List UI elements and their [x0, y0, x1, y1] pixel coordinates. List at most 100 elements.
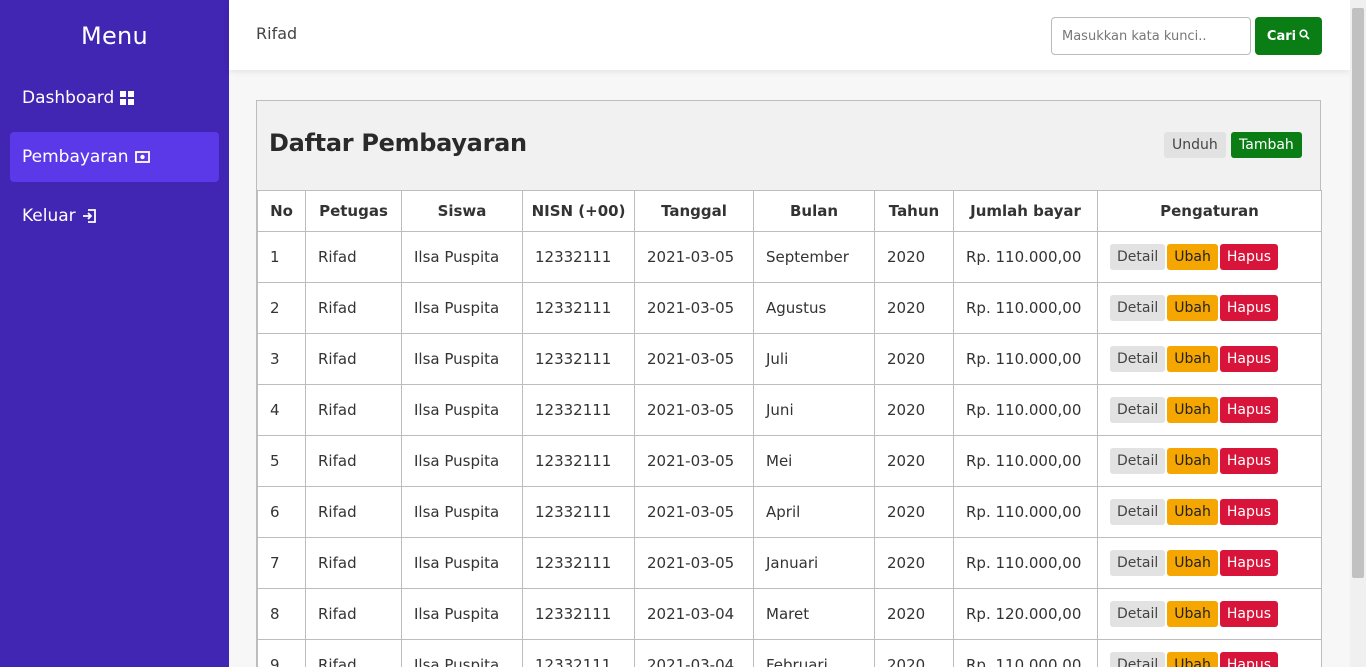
sidebar: Menu Dashboard Pembayaran Keluar: [0, 0, 229, 667]
table-row: 1 Rifad Ilsa Puspita 12332111 2021-03-05 Sept…: [257, 231, 1322, 283]
search-button[interactable]: Cari: [1255, 17, 1322, 55]
user-name: Rifad: [256, 24, 298, 43]
cell-jumlah: Rp. 110.000,00: [953, 486, 1098, 538]
edit-button[interactable]: Ubah: [1167, 397, 1218, 423]
detail-button[interactable]: Detail: [1110, 601, 1166, 627]
cell-tahun: 2020: [874, 639, 954, 667]
sidebar-item-keluar[interactable]: Keluar: [10, 191, 219, 241]
cell-tanggal: 2021-03-05: [634, 384, 754, 436]
header-tahun: Tahun: [874, 190, 954, 232]
delete-button[interactable]: Hapus: [1219, 346, 1279, 372]
edit-button[interactable]: Ubah: [1167, 346, 1218, 372]
edit-button[interactable]: Ubah: [1167, 295, 1218, 321]
detail-button[interactable]: Detail: [1110, 397, 1166, 423]
edit-button[interactable]: Ubah: [1167, 448, 1218, 474]
edit-button[interactable]: Ubah: [1167, 652, 1218, 667]
table-row: 8 Rifad Ilsa Puspita 12332111 2021-03-04 Mare…: [257, 588, 1322, 640]
cell-bulan: Maret: [753, 588, 875, 640]
cell-petugas: Rifad: [305, 333, 402, 385]
cell-siswa: Ilsa Puspita: [401, 282, 523, 334]
cell-bulan: Januari: [753, 537, 875, 589]
cell-no: 9: [257, 639, 306, 667]
search-input[interactable]: [1051, 17, 1251, 55]
download-button[interactable]: Unduh: [1164, 132, 1226, 158]
cell-actions: Detail Ubah Hapus: [1097, 537, 1322, 589]
sidebar-item-dashboard[interactable]: Dashboard: [10, 73, 219, 123]
cell-jumlah: Rp. 110.000,00: [953, 537, 1098, 589]
cell-no: 1: [257, 231, 306, 283]
detail-button[interactable]: Detail: [1110, 550, 1166, 576]
table-row: 7 Rifad Ilsa Puspita 12332111 2021-03-05 Janu…: [257, 537, 1322, 589]
cell-tahun: 2020: [874, 333, 954, 385]
grid-icon: [120, 91, 135, 105]
cell-actions: Detail Ubah Hapus: [1097, 588, 1322, 640]
cell-jumlah: Rp. 110.000,00: [953, 282, 1098, 334]
cell-siswa: Ilsa Puspita: [401, 384, 523, 436]
cell-petugas: Rifad: [305, 639, 402, 667]
delete-button[interactable]: Hapus: [1219, 448, 1279, 474]
cell-actions: Detail Ubah Hapus: [1097, 384, 1322, 436]
header-tanggal: Tanggal: [634, 190, 754, 232]
header-siswa: Siswa: [401, 190, 523, 232]
detail-button[interactable]: Detail: [1110, 346, 1166, 372]
scrollbar-thumb[interactable]: [1352, 8, 1364, 578]
delete-button[interactable]: Hapus: [1219, 397, 1279, 423]
cell-tahun: 2020: [874, 282, 954, 334]
cell-tahun: 2020: [874, 588, 954, 640]
topbar: Rifad Cari: [229, 0, 1350, 70]
cell-actions: Detail Ubah Hapus: [1097, 639, 1322, 667]
detail-button[interactable]: Detail: [1110, 244, 1166, 270]
cell-tanggal: 2021-03-05: [634, 231, 754, 283]
scrollbar[interactable]: [1350, 0, 1366, 667]
cell-tahun: 2020: [874, 384, 954, 436]
header-petugas: Petugas: [305, 190, 402, 232]
cell-bulan: September: [753, 231, 875, 283]
cell-jumlah: Rp. 110.000,00: [953, 435, 1098, 487]
cell-siswa: Ilsa Puspita: [401, 537, 523, 589]
detail-button[interactable]: Detail: [1110, 652, 1166, 667]
table-row: 9 Rifad Ilsa Puspita 12332111 2021-03-04 Febr…: [257, 639, 1322, 667]
delete-button[interactable]: Hapus: [1219, 652, 1279, 667]
edit-button[interactable]: Ubah: [1167, 550, 1218, 576]
cell-nisn: 12332111: [522, 588, 635, 640]
cell-no: 6: [257, 486, 306, 538]
logout-icon: [82, 209, 96, 223]
sidebar-item-label: Keluar: [22, 206, 76, 226]
delete-button[interactable]: Hapus: [1219, 550, 1279, 576]
delete-button[interactable]: Hapus: [1219, 499, 1279, 525]
delete-button[interactable]: Hapus: [1219, 244, 1279, 270]
cell-bulan: Februari: [753, 639, 875, 667]
cell-jumlah: Rp. 110.000,00: [953, 231, 1098, 283]
detail-button[interactable]: Detail: [1110, 448, 1166, 474]
cell-nisn: 12332111: [522, 231, 635, 283]
detail-button[interactable]: Detail: [1110, 295, 1166, 321]
cell-jumlah: Rp. 110.000,00: [953, 384, 1098, 436]
cell-siswa: Ilsa Puspita: [401, 435, 523, 487]
cell-jumlah: Rp. 110.000,00: [953, 333, 1098, 385]
sidebar-item-pembayaran[interactable]: Pembayaran: [10, 132, 219, 182]
add-button[interactable]: Tambah: [1231, 132, 1302, 158]
edit-button[interactable]: Ubah: [1167, 244, 1218, 270]
cell-no: 7: [257, 537, 306, 589]
delete-button[interactable]: Hapus: [1219, 295, 1279, 321]
header-bulan: Bulan: [753, 190, 875, 232]
edit-button[interactable]: Ubah: [1167, 499, 1218, 525]
cell-petugas: Rifad: [305, 588, 402, 640]
cell-nisn: 12332111: [522, 333, 635, 385]
cell-petugas: Rifad: [305, 282, 402, 334]
detail-button[interactable]: Detail: [1110, 499, 1166, 525]
edit-button[interactable]: Ubah: [1167, 601, 1218, 627]
cell-tahun: 2020: [874, 231, 954, 283]
search-icon: [1299, 28, 1310, 44]
panel-header: Daftar Pembayaran Unduh Tambah: [257, 101, 1320, 190]
cell-nisn: 12332111: [522, 537, 635, 589]
cell-jumlah: Rp. 120.000,00: [953, 588, 1098, 640]
header-jumlah: Jumlah bayar: [953, 190, 1098, 232]
cell-bulan: Juni: [753, 384, 875, 436]
cell-siswa: Ilsa Puspita: [401, 486, 523, 538]
cell-nisn: 12332111: [522, 486, 635, 538]
delete-button[interactable]: Hapus: [1219, 601, 1279, 627]
cell-jumlah: Rp. 110.000,00: [953, 639, 1098, 667]
header-no: No: [257, 190, 306, 232]
cell-tanggal: 2021-03-05: [634, 486, 754, 538]
